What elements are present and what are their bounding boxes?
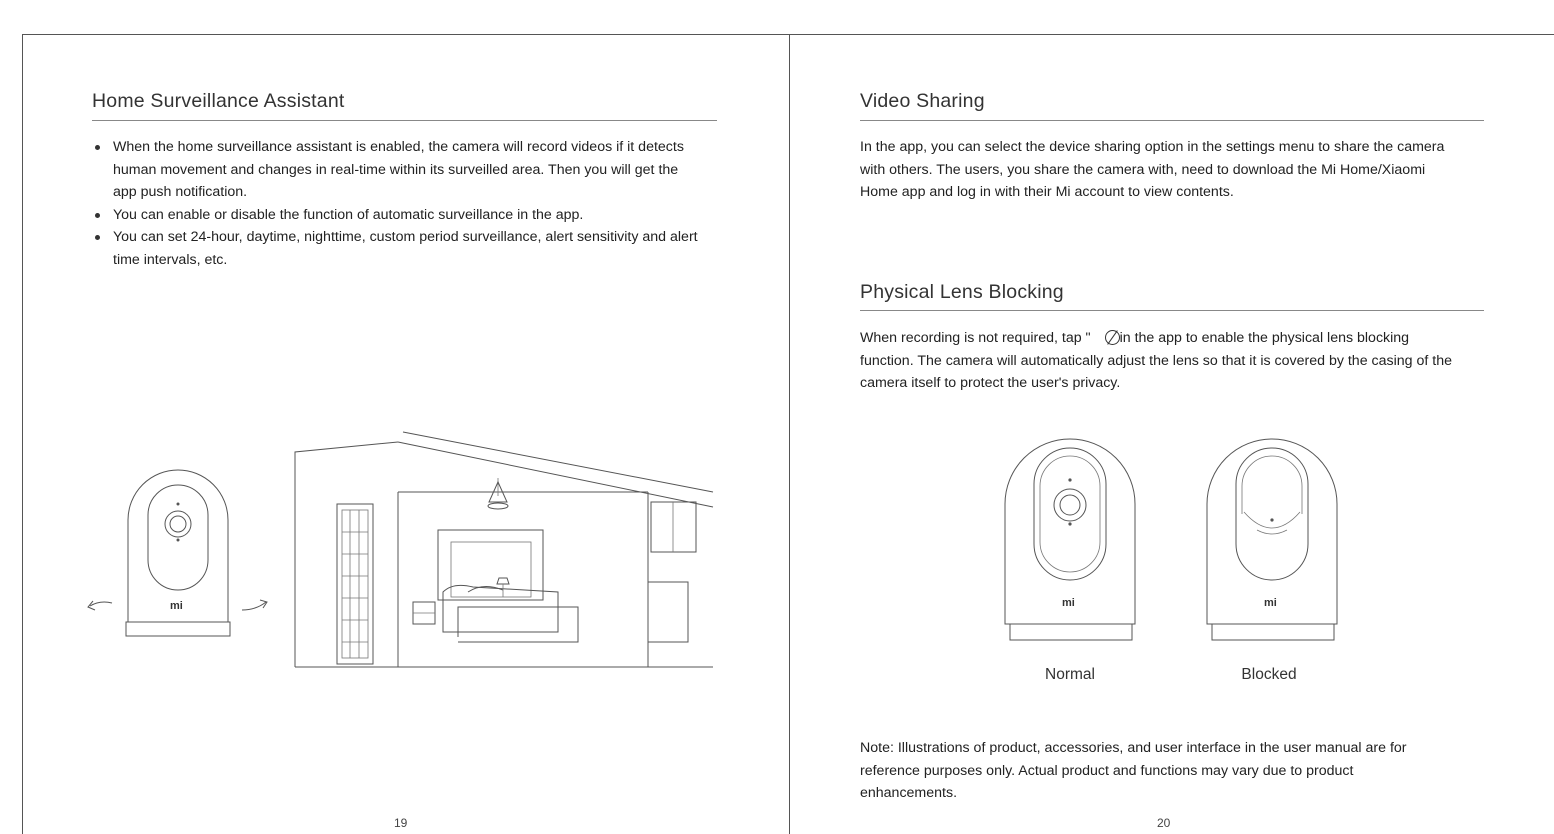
bullet-item: You can set 24-hour, daytime, nighttime,… (92, 226, 704, 271)
section-heading-home-surveillance: Home Surveillance Assistant (92, 90, 345, 112)
page-number-right: 20 (1157, 816, 1171, 830)
ceiling-line-top (402, 431, 714, 493)
camera-base (1009, 623, 1133, 641)
lens-blocking-text-start: When recording is not required, tap " (860, 330, 1091, 346)
bullet-item: When the home surveillance assistant is … (92, 136, 704, 204)
lens-block-icon (1104, 330, 1120, 345)
heading-rule (860, 310, 1484, 311)
camera-blocked-illustration: mi (1206, 438, 1338, 641)
heading-rule (860, 120, 1484, 121)
bullet-item: You can enable or disable the function o… (92, 204, 704, 227)
heading-rule (92, 120, 717, 121)
lens-blocking-text: When recording is not required, tap " in … (860, 327, 1460, 395)
caption-normal: Normal (1045, 666, 1095, 683)
table-lamp (496, 577, 510, 585)
section-heading-lens-blocking: Physical Lens Blocking (860, 281, 1064, 303)
camera-normal-illustration: mi (1004, 438, 1136, 641)
bed (442, 584, 559, 633)
page-number-left: 19 (394, 816, 408, 830)
disclaimer-note: Note: Illustrations of product, accessor… (860, 740, 1407, 801)
rotate-left-arrow (89, 601, 113, 607)
room-left-wall (294, 441, 399, 667)
camera-base (125, 621, 231, 637)
surveillance-bullet-list: When the home surveillance assistant is … (92, 136, 704, 271)
headboard-panel (437, 529, 544, 601)
caption-blocked: Blocked (1241, 666, 1297, 683)
section-heading-video-sharing: Video Sharing (860, 90, 985, 112)
rotating-camera-illustration: mi (87, 469, 268, 637)
camera-logo: mi (1062, 597, 1075, 609)
camera-logo: mi (1264, 597, 1277, 609)
camera-logo: mi (170, 600, 183, 612)
room-window (650, 501, 697, 553)
bedroom-illustration (294, 431, 714, 668)
rotate-right-arrow (241, 601, 267, 611)
camera-base (1211, 623, 1335, 641)
video-sharing-text: In the app, you can select the device sh… (860, 139, 1445, 200)
